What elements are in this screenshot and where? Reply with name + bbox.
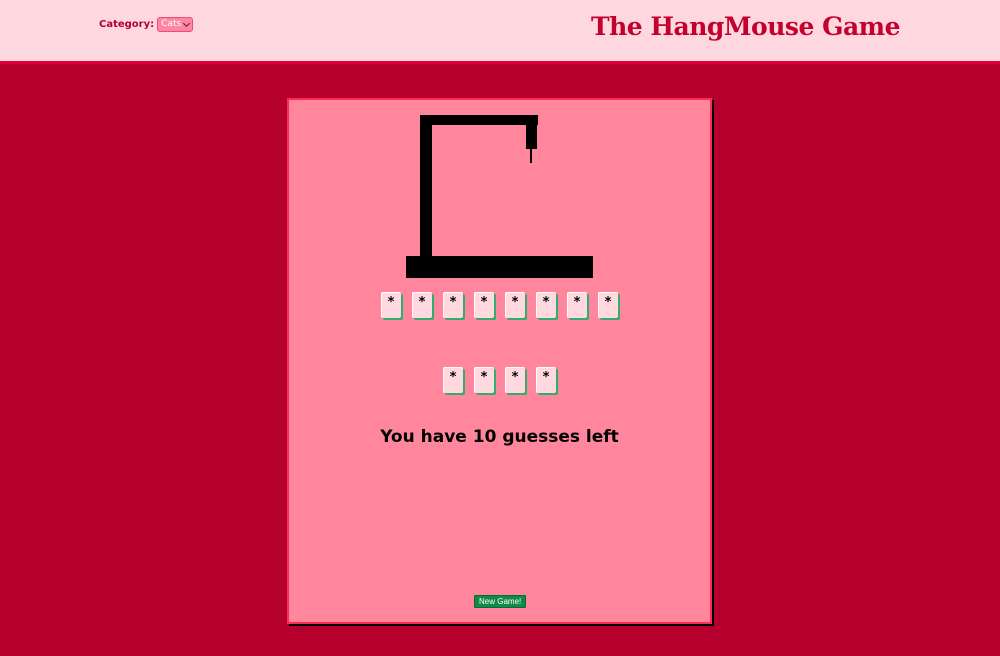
gallows-rope	[530, 148, 532, 163]
game-card: * * * * * * * * * * * * You have 10 gues…	[287, 98, 712, 624]
category-select[interactable]: Cats	[157, 17, 194, 32]
letter-tile: *	[598, 292, 618, 318]
letter-tile: *	[474, 292, 494, 318]
gallows-base	[406, 256, 593, 278]
letter-tile: *	[443, 292, 463, 318]
letter-tile: *	[505, 292, 525, 318]
chevron-down-icon	[183, 19, 191, 27]
gallows-drawing	[406, 115, 593, 278]
guesses-left-status: You have 10 guesses left	[380, 427, 619, 447]
letter-tile: *	[412, 292, 432, 318]
gallows-pole	[420, 115, 432, 257]
new-game-button[interactable]: New Game!	[474, 595, 527, 608]
letter-tile: *	[536, 367, 556, 393]
word-row-1: * * * * * * * *	[289, 292, 710, 318]
letter-tile: *	[443, 367, 463, 393]
gallows-hook	[526, 115, 537, 149]
word-row-2: * * * *	[289, 367, 710, 393]
gallows-beam	[420, 115, 538, 125]
letter-tile: *	[505, 367, 525, 393]
letter-tile: *	[474, 367, 494, 393]
letter-tile: *	[536, 292, 556, 318]
header-bar: Category: Cats The HangMouse Game	[0, 0, 1000, 64]
category-control: Category: Cats	[99, 17, 194, 32]
letter-tile: *	[381, 292, 401, 318]
letter-tile: *	[567, 292, 587, 318]
category-select-value: Cats	[161, 19, 182, 29]
category-label: Category:	[99, 19, 155, 30]
page-title: The HangMouse Game	[591, 12, 900, 41]
